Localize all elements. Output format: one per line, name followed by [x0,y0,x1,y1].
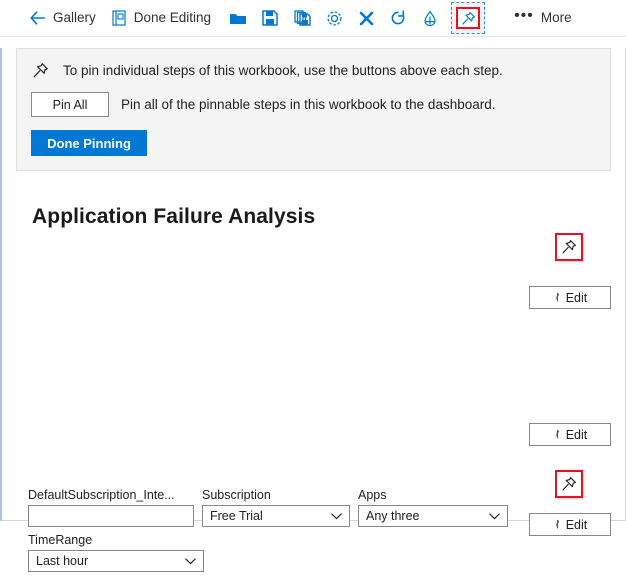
back-to-gallery-button[interactable]: Gallery [22,4,103,32]
parameters-row-2: TimeRange Last hour [28,533,528,572]
edit-button-label-3: Edit [566,518,588,532]
edit-button-2[interactable]: Edit [529,423,611,446]
back-to-gallery-label: Gallery [53,11,96,25]
workbook-content: Application Failure Analysis Edit Defaul… [2,205,625,229]
pin-button[interactable] [456,7,480,29]
done-pinning-button[interactable]: Done Pinning [31,130,147,156]
parameters-row-1: DefaultSubscription_Inte... Subscription… [28,488,528,527]
parameter-apps: Apps Any three [358,488,508,527]
parameter-default-subscription: DefaultSubscription_Inte... [28,488,194,527]
parameter-select-subscription[interactable]: Free Trial [202,505,350,527]
pin-banner-description: To pin individual steps of this workbook… [63,63,503,78]
chevron-down-icon [330,510,342,522]
share-button[interactable] [414,4,446,32]
refresh-icon [389,9,407,27]
pencil-icon [553,292,562,303]
done-editing-icon [110,9,128,27]
step-pin-button-2[interactable] [555,470,583,498]
parameter-label-apps: Apps [358,488,508,502]
parameter-value-apps: Any three [366,509,480,523]
parameter-timerange: TimeRange Last hour [28,533,204,572]
pin-banner-description-row: To pin individual steps of this workbook… [31,61,596,79]
parameter-label-default-subscription: DefaultSubscription_Inte... [28,488,194,502]
parameter-label-subscription: Subscription [202,488,350,502]
page-title: Application Failure Analysis [32,205,611,229]
edit-button-3[interactable]: Edit [529,513,611,536]
edit-button-label-1: Edit [566,291,588,305]
settings-button[interactable] [318,4,350,32]
edit-button-label-2: Edit [566,428,588,442]
ellipsis-icon: ••• [514,8,534,24]
workbook-toolbar: Gallery Done Editing [0,0,626,37]
parameter-label-timerange: TimeRange [28,533,204,547]
open-button[interactable] [222,4,254,32]
folder-icon [229,9,247,27]
save-button[interactable] [254,4,286,32]
chevron-down-icon [488,510,500,522]
save-icon [261,9,279,27]
close-icon [357,9,375,27]
pin-icon [561,239,577,255]
pencil-icon [553,429,562,440]
done-editing-button[interactable]: Done Editing [103,4,218,32]
pin-button-focus-ring [452,3,484,33]
parameters-panel: DefaultSubscription_Inte... Subscription… [28,488,528,578]
pin-icon [459,9,477,27]
parameter-select-apps[interactable]: Any three [358,505,508,527]
step-pin-button-1[interactable] [555,233,583,261]
parameter-value-subscription: Free Trial [210,509,322,523]
gear-icon [325,9,343,27]
pin-icon [31,61,49,79]
share-icon [421,9,439,27]
pencil-icon [553,519,562,530]
refresh-button[interactable] [382,4,414,32]
done-pinning-row: Done Pinning [31,130,596,156]
close-button[interactable] [350,4,382,32]
parameter-value-timerange: Last hour [36,554,176,568]
arrow-left-icon [29,9,47,27]
edit-button-1[interactable]: Edit [529,286,611,309]
pin-all-row: Pin All Pin all of the pinnable steps in… [31,92,596,117]
more-button[interactable]: ••• More [508,4,578,32]
pin-banner: To pin individual steps of this workbook… [16,48,611,171]
pin-all-button[interactable]: Pin All [31,92,109,117]
more-label: More [541,11,572,25]
parameter-input-default-subscription[interactable] [28,505,194,527]
save-as-icon [293,9,311,27]
parameter-subscription: Subscription Free Trial [202,488,350,527]
save-as-button[interactable] [286,4,318,32]
workbook-page: To pin individual steps of this workbook… [0,48,626,521]
pin-icon [561,476,577,492]
parameter-select-timerange[interactable]: Last hour [28,550,204,572]
done-editing-label: Done Editing [134,11,211,25]
pin-all-description: Pin all of the pinnable steps in this wo… [121,97,496,112]
workbook-window: Gallery Done Editing [0,0,626,510]
chevron-down-icon [184,555,196,567]
